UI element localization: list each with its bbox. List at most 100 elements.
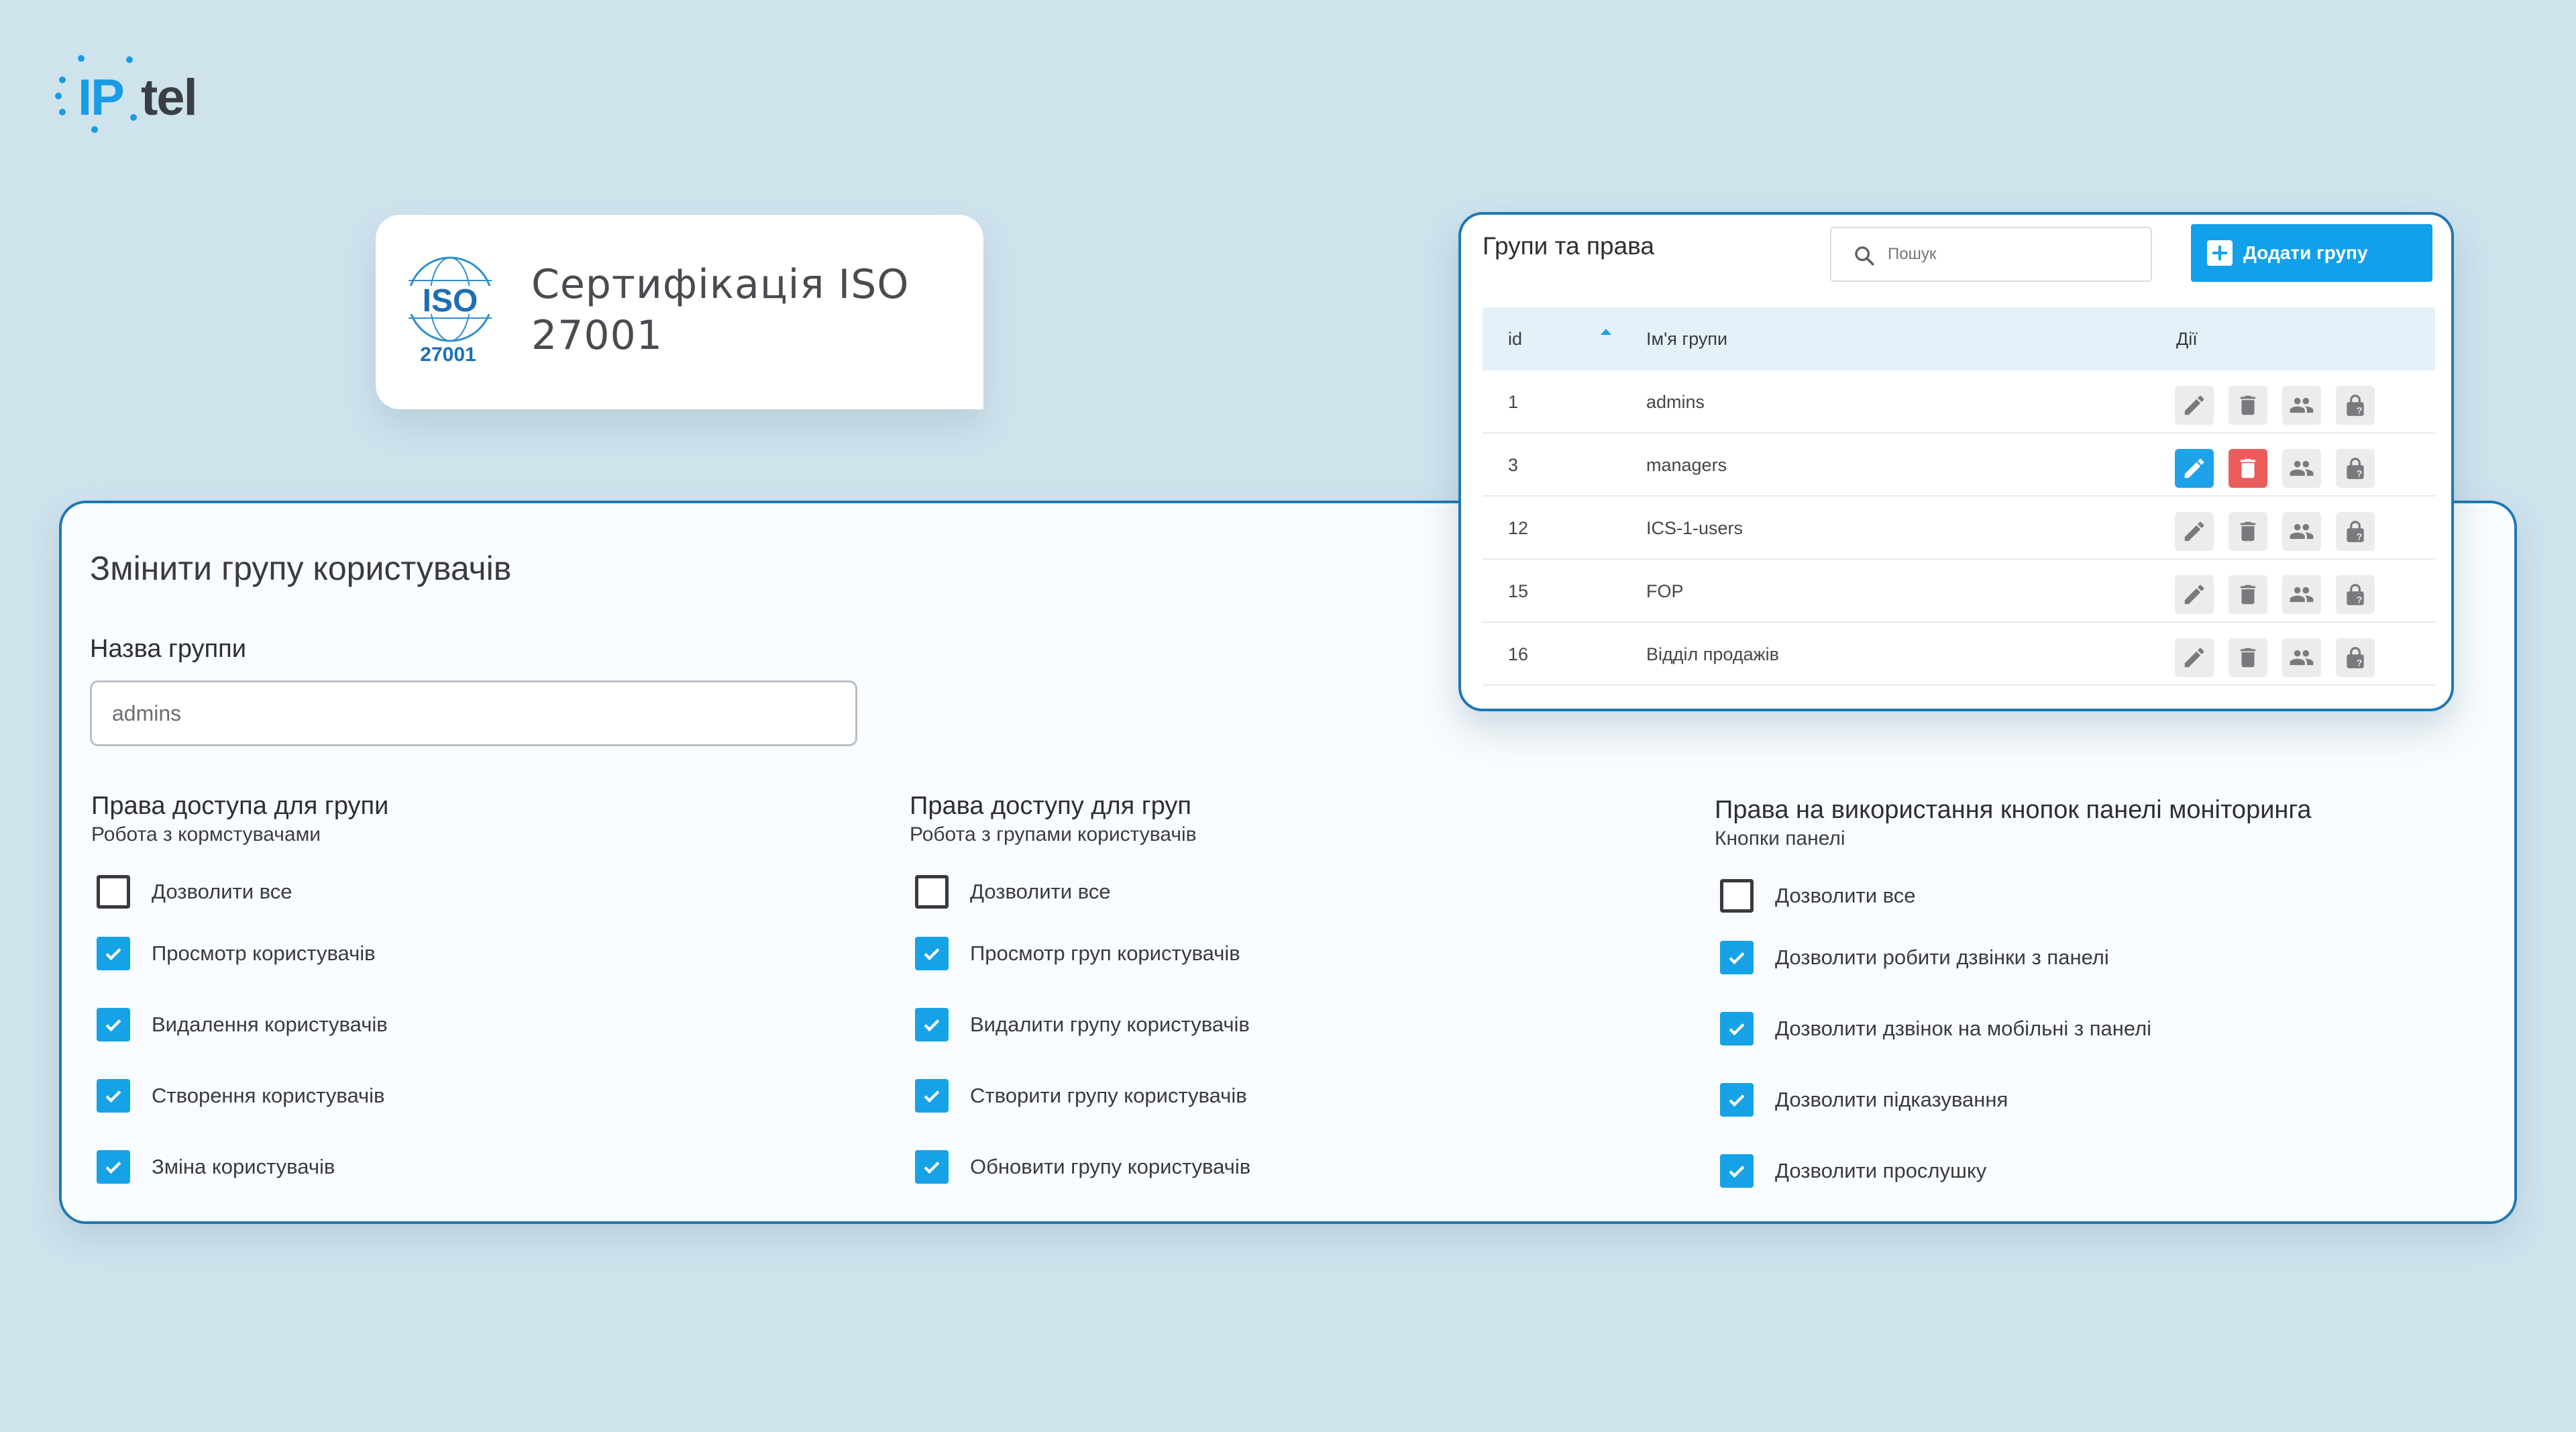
checkbox-checked-icon[interactable] — [915, 937, 949, 970]
column-subtitle: Робота з кормстувачами — [91, 823, 321, 846]
group-users-button[interactable] — [2282, 512, 2321, 551]
checkbox-checked-icon[interactable] — [1720, 941, 1754, 974]
users-icon — [2290, 650, 2314, 666]
delete-icon — [2240, 395, 2256, 415]
delete-icon — [2240, 648, 2256, 668]
search-box[interactable] — [1830, 227, 2152, 282]
group-permissions-button[interactable]: ? — [2336, 449, 2375, 488]
checkbox-checked-icon[interactable] — [97, 937, 130, 970]
add-group-button[interactable]: Додати групу — [2191, 224, 2432, 282]
checkbox-create-group[interactable]: Створити групу користувачів — [915, 1079, 1247, 1113]
checkbox-checked-icon[interactable] — [1720, 1012, 1754, 1045]
column-title: Права на використання кнопок панелі моні… — [1715, 796, 2312, 824]
checkbox-modify-users[interactable]: Зміна користувачів — [97, 1150, 335, 1184]
checkbox-allow-all[interactable]: Дозволити все — [915, 875, 1111, 909]
checkbox-checked-icon[interactable] — [915, 1008, 949, 1041]
svg-text:?: ? — [2357, 595, 2363, 606]
groups-panel-title: Групи та права — [1483, 232, 1655, 260]
group-id-cell: 12 — [1508, 518, 1529, 538]
checkbox-delete-users[interactable]: Видалення користувачів — [97, 1008, 388, 1041]
logo-dot — [59, 76, 66, 83]
checkbox-update-group[interactable]: Обновити групу користувачів — [915, 1150, 1250, 1184]
group-users-button[interactable] — [2282, 386, 2321, 425]
logo-dot — [55, 93, 62, 99]
row-actions: ? — [2175, 638, 2375, 677]
checkbox-checked-icon[interactable] — [1720, 1083, 1754, 1117]
logo-ip-text: IP — [78, 69, 125, 126]
permissions-monitoring-column: Права на використання кнопок панелі моні… — [1715, 796, 2312, 1188]
users-icon — [2290, 523, 2314, 540]
edit-button[interactable] — [2175, 575, 2214, 614]
search-icon — [1855, 246, 1874, 266]
edit-button[interactable] — [2175, 638, 2214, 677]
checkbox-delete-group[interactable]: Видалити групу користувачів — [915, 1008, 1250, 1041]
edit-button[interactable] — [2175, 512, 2214, 551]
column-title: Права доступа для групи — [91, 792, 389, 820]
checkbox-allow-whisper[interactable]: Дозволити підказування — [1720, 1083, 2008, 1117]
group-users-button[interactable] — [2282, 638, 2321, 677]
delete-button[interactable] — [2229, 512, 2267, 551]
search-input[interactable] — [1888, 228, 2143, 280]
group-permissions-button[interactable]: ? — [2336, 512, 2375, 551]
group-permissions-button[interactable]: ? — [2336, 638, 2375, 677]
group-users-button[interactable] — [2282, 575, 2321, 614]
checkbox-view-users[interactable]: Просмотр користувачів — [97, 937, 376, 970]
checkbox-allow-all[interactable]: Дозволити все — [1720, 879, 1916, 913]
checkbox-unchecked[interactable] — [97, 875, 130, 909]
checkbox-allow-mobile-calls[interactable]: Дозволити дзвінок на мобільні з панелі — [1720, 1012, 2151, 1045]
table-row: 15 FOP ? — [1483, 560, 2435, 623]
checkbox-checked-icon[interactable] — [97, 1079, 130, 1113]
column-header-name[interactable]: Ім'я групи — [1646, 329, 1727, 350]
checkbox-checked-icon[interactable] — [915, 1150, 949, 1184]
checkbox-allow-listen[interactable]: Дозволити прослушку — [1720, 1154, 1986, 1188]
group-name-label: Назва группи — [90, 635, 246, 663]
group-permissions-button[interactable]: ? — [2336, 386, 2375, 425]
group-name-input[interactable] — [90, 680, 857, 746]
svg-text:?: ? — [2357, 658, 2363, 669]
lock-icon: ? — [2347, 584, 2364, 606]
group-id-cell: 3 — [1508, 455, 1519, 475]
edit-button[interactable] — [2175, 386, 2214, 425]
svg-text:?: ? — [2357, 406, 2363, 417]
checkbox-allow-all[interactable]: Дозволити все — [97, 875, 292, 909]
checkbox-label: Зміна користувачів — [152, 1155, 335, 1178]
edit-icon — [2184, 584, 2204, 605]
checkbox-label: Обновити групу користувачів — [970, 1155, 1251, 1178]
users-icon — [2290, 460, 2314, 476]
delete-button[interactable] — [2229, 386, 2267, 425]
delete-button[interactable] — [2229, 575, 2267, 614]
group-permissions-button[interactable]: ? — [2336, 575, 2375, 614]
checkbox-checked-icon[interactable] — [97, 1008, 130, 1041]
column-subtitle: Кнопки панелі — [1715, 827, 1845, 850]
checkbox-allow-calls[interactable]: Дозволити робити дзвінки з панелі — [1720, 941, 2109, 974]
group-name-cell: admins — [1646, 392, 1705, 412]
delete-button[interactable] — [2229, 638, 2267, 677]
column-header-id[interactable]: id — [1508, 329, 1522, 350]
checkbox-view-groups[interactable]: Просмотр груп користувачів — [915, 937, 1240, 970]
checkbox-label: Створення користувачів — [152, 1084, 385, 1107]
logo-dot — [78, 55, 85, 62]
checkbox-checked-icon[interactable] — [97, 1150, 130, 1184]
delete-icon — [2240, 458, 2256, 478]
checkbox-checked-icon[interactable] — [915, 1079, 949, 1113]
checkbox-label: Видалити групу користувачів — [970, 1013, 1250, 1036]
users-icon — [2290, 586, 2314, 603]
checkbox-label: Дозволити все — [152, 880, 292, 903]
group-id-cell: 1 — [1508, 392, 1519, 412]
checkbox-create-users[interactable]: Створення користувачів — [97, 1079, 385, 1113]
group-id-cell: 16 — [1508, 644, 1529, 664]
edit-icon — [2184, 648, 2204, 668]
delete-button[interactable] — [2229, 449, 2267, 488]
iso-27001-badge-icon: ISO 27001 — [401, 256, 499, 366]
edit-icon — [2184, 458, 2204, 478]
svg-text:ISO: ISO — [423, 283, 478, 319]
sort-ascending-icon[interactable] — [1601, 329, 1611, 335]
row-actions: ? — [2175, 449, 2375, 488]
group-users-button[interactable] — [2282, 449, 2321, 488]
checkbox-unchecked[interactable] — [915, 875, 949, 909]
checkbox-checked-icon[interactable] — [1720, 1154, 1754, 1188]
edit-button[interactable] — [2175, 449, 2214, 488]
group-id-cell: 15 — [1508, 581, 1529, 601]
row-actions: ? — [2175, 575, 2375, 614]
checkbox-unchecked[interactable] — [1720, 879, 1754, 913]
